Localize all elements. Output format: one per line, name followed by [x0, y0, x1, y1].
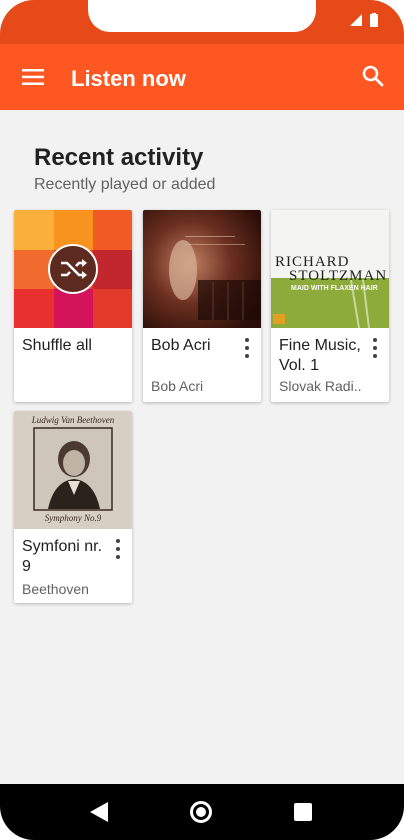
card-title: Bob Acri	[151, 337, 211, 354]
card-title: Shuffle all	[22, 337, 92, 354]
card-title: Fine Music, Vol. 1	[279, 337, 361, 374]
home-icon[interactable]	[190, 801, 212, 823]
page-title: Listen now	[71, 66, 186, 91]
recents-icon[interactable]	[294, 803, 312, 821]
section-heading: Recent activity	[34, 144, 204, 171]
camera-notch	[88, 0, 316, 32]
shuffle-icon	[48, 244, 98, 294]
card-subtitle: Slovak Radi..	[279, 378, 362, 394]
content-area: Recent activity Recently played or added	[0, 110, 404, 784]
album-art-symfoni: Ludwig Van Beethoven Symphony No.9	[14, 411, 132, 529]
menu-icon[interactable]	[22, 69, 44, 85]
album-art-bob-acri	[143, 210, 261, 328]
album-card-fine-music[interactable]: RICHARD STOLTZMAN MAID WITH FLAXEN HAIR …	[271, 210, 389, 402]
signal-icon	[350, 14, 362, 26]
album-art-bottom-text: Symphony No.9	[44, 513, 102, 523]
phone-screen: Listen now Recent activity Recently play…	[0, 0, 404, 840]
album-card-bob-acri[interactable]: Bob Acri Bob Acri	[143, 210, 261, 402]
card-subtitle: Beethoven	[22, 581, 89, 597]
more-options-icon[interactable]	[369, 338, 381, 358]
shuffle-all-card[interactable]: Shuffle all	[14, 210, 132, 402]
album-art-fine-music: RICHARD STOLTZMAN MAID WITH FLAXEN HAIR	[271, 210, 389, 328]
card-subtitle: Bob Acri	[151, 378, 204, 394]
battery-icon	[370, 13, 378, 27]
section-subheading: Recently played or added	[34, 176, 216, 193]
app-bar: Listen now	[0, 44, 404, 110]
album-art-line2: STOLTZMAN	[289, 268, 388, 284]
shuffle-artwork	[14, 210, 132, 328]
system-nav-bar	[0, 784, 404, 840]
album-art-line3: MAID WITH FLAXEN HAIR	[291, 285, 378, 292]
more-options-icon[interactable]	[112, 539, 124, 559]
search-icon[interactable]	[362, 65, 384, 87]
status-icons	[350, 13, 378, 27]
more-options-icon[interactable]	[241, 338, 253, 358]
back-icon[interactable]	[90, 802, 108, 822]
card-title: Symfoni nr. 9	[22, 538, 103, 575]
album-card-symfoni[interactable]: Ludwig Van Beethoven Symphony No.9 Symfo…	[14, 411, 132, 603]
status-bar	[0, 0, 404, 44]
